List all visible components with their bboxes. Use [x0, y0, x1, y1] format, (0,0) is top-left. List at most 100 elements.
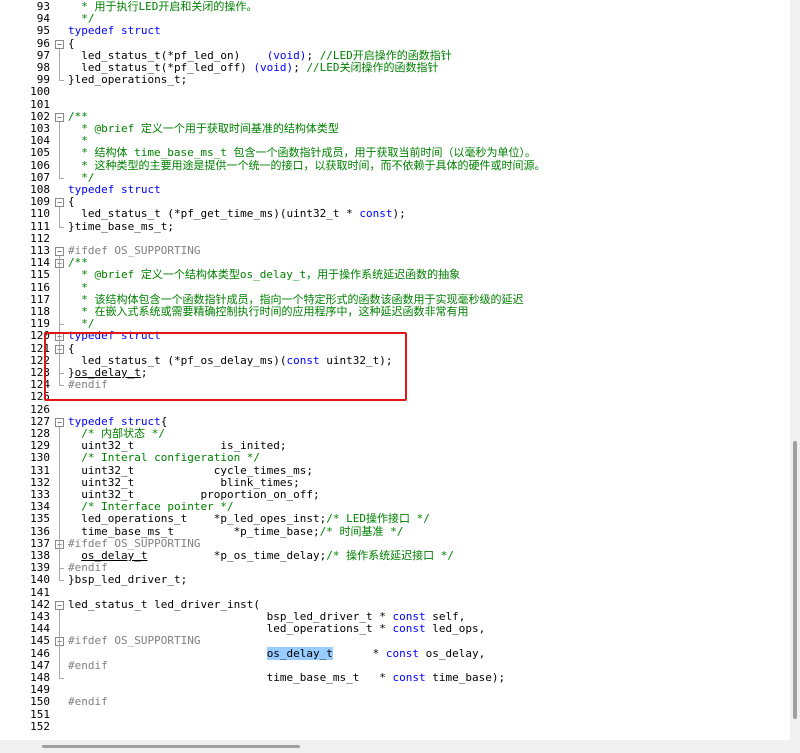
line-number: 152	[30, 719, 50, 733]
code-token: led_ops,	[425, 622, 486, 636]
fold-toggle-icon[interactable]	[55, 198, 64, 208]
line-number: 95	[36, 24, 50, 38]
keyword-token: typedef struct	[68, 183, 161, 196]
comment-token: //LED关闭操作的函数指针	[306, 61, 439, 74]
code-line[interactable]: #endif	[68, 696, 108, 708]
line-number: 135	[30, 512, 50, 526]
code-line[interactable]: typedef struct	[68, 183, 161, 196]
code-token: }led_operations_t;	[68, 73, 188, 87]
code-token: }bsp_led_driver_t;	[68, 573, 188, 587]
fold-toggle-icon[interactable]	[55, 417, 64, 427]
code-token: bsp_led_driver_t *	[68, 610, 393, 623]
code-token: uint32_t blink_times;	[68, 475, 300, 489]
line-number: 100	[30, 85, 50, 99]
preprocessor-token: #ifdef OS_SUPPORTING	[68, 244, 201, 257]
fold-guide-line	[59, 121, 60, 178]
code-token: ;	[293, 61, 307, 74]
fold-toggle-icon[interactable]	[55, 112, 64, 122]
comment-token: /* LED操作接口 */	[326, 512, 430, 526]
line-number: 140	[30, 573, 50, 587]
fold-guide-line	[59, 609, 60, 678]
keyword-token: const	[392, 610, 426, 623]
keyword-token: const	[359, 207, 393, 221]
code-token: os_delay,	[419, 646, 486, 660]
keyword-token: const	[392, 671, 426, 684]
code-line[interactable]: time_base_ms_t * const time_base);	[68, 671, 505, 684]
code-line[interactable]: * @brief 定义一个用于获取时间基准的结构体类型	[68, 122, 339, 135]
preprocessor-token: #ifdef OS_SUPPORTING	[68, 634, 201, 648]
line-number: 120	[30, 329, 50, 343]
comment-token: * @brief 定义一个结构体类型os_delay_t，用于操作系统延迟函数的…	[68, 268, 461, 282]
code-token: os_delay_t	[81, 549, 148, 562]
code-token: self,	[425, 610, 466, 623]
code-line[interactable]: }time_base_ms_t;	[68, 219, 174, 233]
code-token: led_status_t(*pf_led_off)	[68, 61, 254, 74]
vertical-scrollbar-thumb[interactable]	[793, 441, 797, 719]
code-token: uint32_t is_inited;	[68, 439, 287, 453]
code-line[interactable]: typedef struct	[68, 25, 161, 37]
line-number: 126	[30, 402, 50, 416]
line-number: 115	[30, 268, 50, 282]
comment-token: /* Interal configeration */	[68, 451, 261, 465]
keyword-token: (void)	[253, 61, 294, 74]
comment-token: /* 时间基准 */	[319, 524, 404, 538]
code-line[interactable]: os_delay_t * const os_delay,	[68, 646, 486, 660]
line-number: 106	[30, 158, 50, 172]
highlight-annotation-box	[44, 332, 407, 401]
keyword-token: typedef struct	[68, 414, 161, 428]
code-line[interactable]: os_delay_t *p_os_time_delay;/* 操作系统延迟接口 …	[68, 549, 455, 562]
code-token: time_base_ms_t *	[68, 671, 393, 684]
line-number: 131	[30, 463, 50, 477]
fold-end-marker	[59, 324, 64, 326]
line-number: 121	[30, 341, 50, 355]
fold-end-marker	[59, 580, 64, 582]
code-token: led_status_t(*pf_led_on)	[68, 48, 267, 62]
comment-token: * 这种类型的主要用途是提供一个统一的接口，以获取时间，而不依赖于具体的硬件或时…	[68, 158, 546, 172]
comment-token: * 用于执行LED开启和关闭的操作。	[68, 0, 258, 13]
comment-token: * 该结构体包含一个函数指针成员，指向一个特定形式的函数该函数用于实现毫秒级的延…	[68, 292, 524, 306]
fold-end-marker	[59, 568, 64, 570]
code-token: uint32_t cycle_times_ms;	[68, 463, 314, 477]
code-token: {	[160, 414, 168, 428]
code-token: led_status_t (*pf_get_time_ms)(uint32_t …	[68, 207, 360, 221]
fold-toggle-icon[interactable]	[55, 247, 64, 256]
code-line[interactable]: * @brief 定义一个结构体类型os_delay_t，用于操作系统延迟函数的…	[68, 269, 460, 281]
code-line[interactable]: * 在嵌入式系统或需要精确控制执行时间的应用程序中，这种延迟函数非常有用	[68, 305, 469, 318]
code-token: );	[392, 207, 406, 221]
comment-token: /* 操作系统延迟接口 */	[326, 549, 455, 562]
code-line[interactable]: }led_operations_t;	[68, 74, 187, 86]
comment-token: * @brief 定义一个用于获取时间基准的结构体类型	[68, 122, 339, 135]
code-line[interactable]: }bsp_led_driver_t;	[68, 574, 187, 586]
fold-end-marker	[59, 80, 64, 82]
comment-token: //LED开启操作的函数指针	[319, 48, 452, 62]
keyword-token: (void)	[266, 48, 307, 62]
fold-toggle-icon[interactable]	[55, 39, 64, 49]
comment-token: * 在嵌入式系统或需要精确控制执行时间的应用程序中，这种延迟函数非常有用	[68, 305, 469, 318]
line-number: 136	[30, 524, 50, 538]
line-number: 105	[30, 146, 50, 160]
fold-guide-line	[59, 268, 60, 325]
code-token: led_operations_t *p_led_opes_inst;	[68, 512, 327, 526]
code-token: led_operations_t *	[68, 622, 393, 636]
code-token: led_status_t led_driver_inst(	[68, 597, 261, 611]
line-number: 151	[30, 707, 50, 721]
code-token: {	[68, 195, 75, 209]
selected-token: os_delay_t	[266, 646, 333, 660]
comment-token: */	[68, 170, 95, 184]
fold-toggle-icon[interactable]	[55, 600, 64, 610]
comment-token: *	[68, 280, 88, 294]
keyword-token: const	[392, 622, 426, 636]
fold-end-marker	[59, 177, 64, 179]
line-number: 101	[30, 97, 50, 111]
code-token: }time_base_ms_t;	[68, 219, 174, 233]
horizontal-scrollbar-thumb[interactable]	[42, 745, 300, 748]
fold-end-marker	[59, 226, 64, 228]
code-line[interactable]: * 这种类型的主要用途是提供一个统一的接口，以获取时间，而不依赖于具体的硬件或时…	[68, 158, 546, 172]
line-number: 141	[30, 585, 50, 599]
comment-token: /* 内部状态 */	[68, 427, 165, 440]
line-number: 116	[30, 280, 50, 294]
code-token: {	[68, 36, 75, 50]
code-line[interactable]: * 用于执行LED开启和关闭的操作。	[68, 0, 258, 13]
preprocessor-token: #endif	[68, 695, 108, 709]
